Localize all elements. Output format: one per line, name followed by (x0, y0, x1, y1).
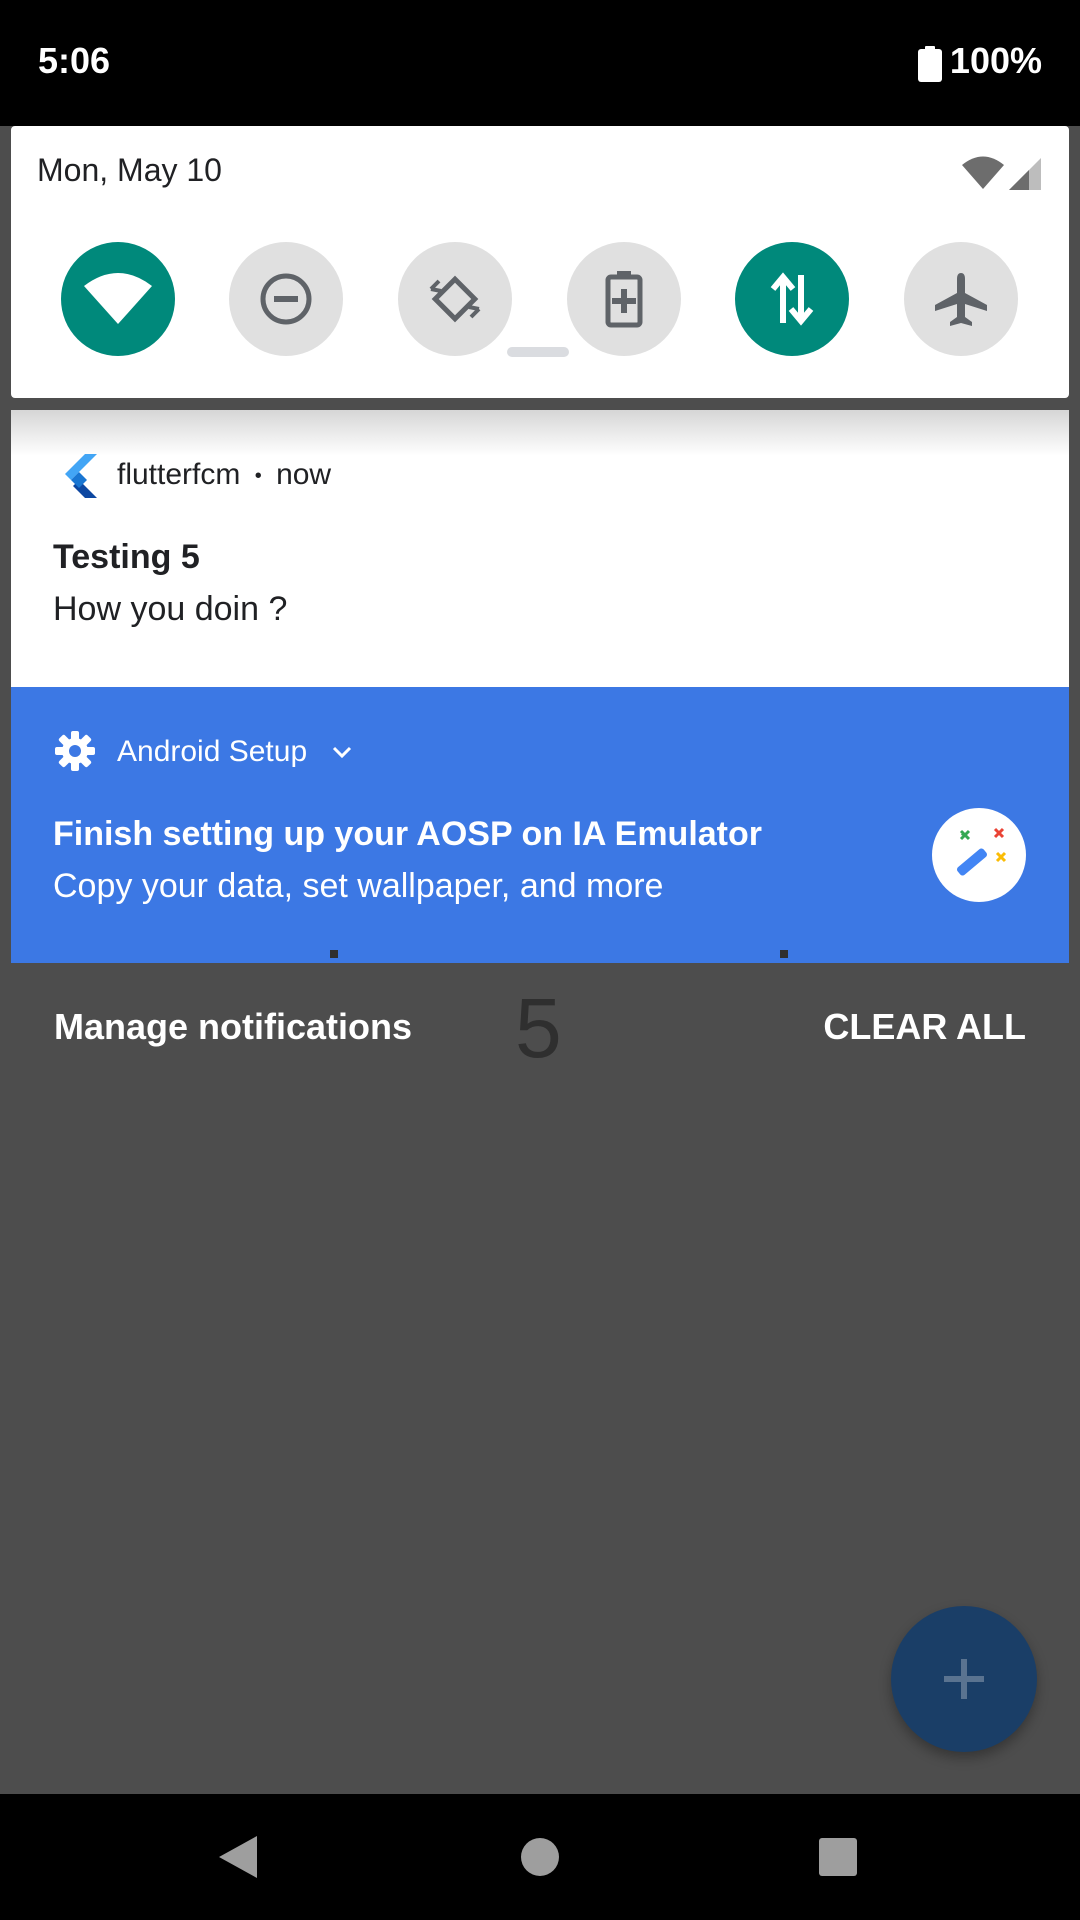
wifi-icon (962, 156, 1004, 189)
notification-body: How you doin ? (53, 590, 288, 628)
battery-percent: 100% (949, 40, 1042, 81)
manage-notifications-button[interactable]: Manage notifications (54, 1006, 412, 1048)
home-button[interactable] (510, 1827, 570, 1887)
cell-signal-icon (1009, 158, 1041, 190)
app-name: Android Setup (117, 735, 308, 768)
status-bar: 5:06 100% (0, 0, 1080, 126)
plus-icon (944, 1659, 984, 1699)
setup-badge (932, 808, 1026, 902)
clear-all-button[interactable]: CLEAR ALL (823, 1006, 1026, 1048)
notification-time: now (276, 458, 332, 491)
counter-value: 5 (515, 981, 562, 1075)
background-text-fragment (330, 950, 810, 964)
chevron-down-icon[interactable] (331, 745, 353, 759)
battery-saver-icon (605, 271, 643, 328)
notification-header: flutterfcm • now (117, 458, 331, 492)
quick-settings-panel: Mon, May 10 (11, 126, 1069, 398)
app-name: flutterfcm (117, 458, 241, 491)
recents-button[interactable] (808, 1827, 868, 1887)
magic-wand-icon (956, 827, 1007, 876)
airplane-icon (935, 273, 987, 326)
rotate-icon (429, 275, 481, 323)
tile-battery-saver[interactable] (567, 242, 681, 356)
notification-flutterfcm[interactable]: flutterfcm • now Testing 5 How you doin … (11, 410, 1069, 687)
battery-icon (918, 46, 942, 82)
separator: • (254, 464, 262, 487)
panel-shadow (11, 410, 1069, 456)
tile-airplane-mode[interactable] (904, 242, 1018, 356)
tile-auto-rotate[interactable] (398, 242, 512, 356)
navigation-bar (0, 1794, 1080, 1920)
notification-body: Copy your data, set wallpaper, and more (53, 867, 664, 905)
qs-date[interactable]: Mon, May 10 (37, 152, 222, 189)
tile-do-not-disturb[interactable] (229, 242, 343, 356)
tile-mobile-data[interactable] (735, 242, 849, 356)
home-icon (521, 1838, 559, 1876)
wifi-icon (84, 273, 152, 324)
status-time: 5:06 (38, 40, 111, 81)
add-fab-button[interactable] (891, 1606, 1037, 1752)
tile-wifi[interactable] (61, 242, 175, 356)
mobile-data-icon (770, 272, 814, 326)
qs-expand-handle[interactable] (507, 347, 569, 357)
notification-title: Testing 5 (53, 538, 200, 576)
back-button[interactable] (208, 1827, 268, 1887)
flutter-logo-icon (65, 454, 97, 498)
do-not-disturb-icon (260, 273, 312, 325)
notification-title: Finish setting up your AOSP on IA Emulat… (53, 815, 763, 853)
back-icon (219, 1836, 257, 1878)
notification-android-setup[interactable]: Android Setup Finish setting up your AOS… (11, 687, 1069, 963)
recents-icon (819, 1838, 857, 1876)
gear-icon (55, 731, 95, 771)
